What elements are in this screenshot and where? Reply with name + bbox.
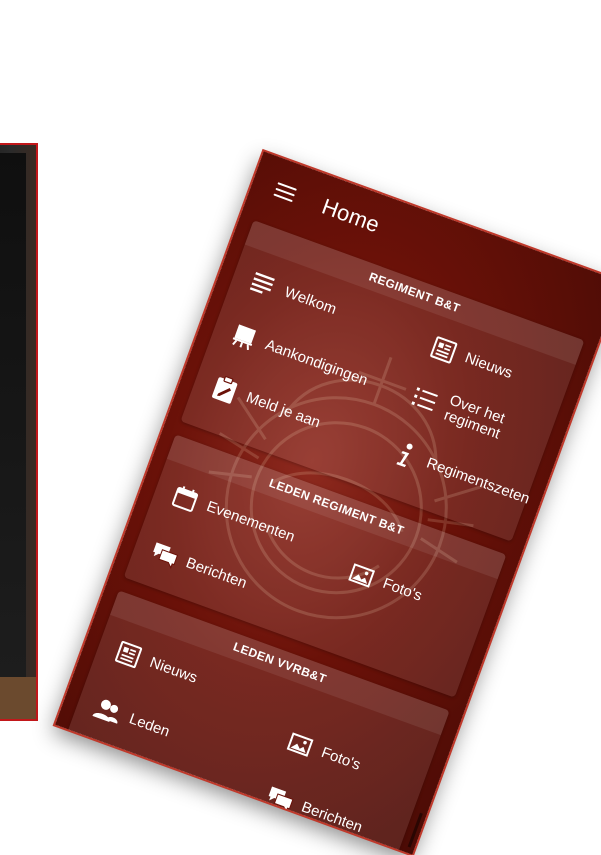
menu-button[interactable]	[257, 164, 313, 220]
tile-label: Berichten	[183, 554, 250, 593]
background-device-screen	[0, 153, 26, 711]
page-title: Home	[318, 193, 384, 238]
phone-screen: Home REGIMENT B&T Welkom Nieuws Aankondi…	[55, 151, 601, 855]
tile-fotos-vvrbt[interactable]: Foto's	[283, 728, 364, 779]
tile-label: Berichten	[299, 798, 365, 837]
photo-icon	[283, 728, 316, 761]
tile-leden[interactable]: Leden	[91, 694, 173, 745]
chat-bubbles-icon	[264, 782, 297, 815]
tile-fotos[interactable]: Foto's	[345, 559, 426, 610]
tile-label: Over het regiment	[441, 391, 508, 443]
list-lines-icon	[247, 268, 280, 301]
tile-meld-je-aan[interactable]: Meld je aan	[208, 373, 324, 436]
tile-nieuws[interactable]: Nieuws	[427, 333, 516, 387]
newspaper-icon	[112, 638, 145, 671]
chat-bubbles-icon	[148, 538, 181, 571]
presentation-board-icon	[227, 320, 260, 353]
photo-icon	[345, 559, 378, 592]
hamburger-icon	[273, 182, 297, 203]
tile-label: Aankondigingen	[262, 336, 370, 390]
tile-nieuws-vvrbt[interactable]: Nieuws	[112, 638, 201, 692]
tile-label: Welkom	[282, 283, 339, 319]
tile-label: Foto's	[318, 744, 363, 774]
tile-regimentszeten[interactable]: Regimentszeten	[389, 439, 534, 513]
tile-label: Evenementen	[204, 498, 297, 546]
background-device	[0, 143, 38, 721]
tile-label: Nieuws	[147, 654, 200, 687]
tile-berichten[interactable]: Berichten	[148, 538, 250, 596]
tile-label: Meld je aan	[243, 389, 323, 432]
newspaper-icon	[427, 333, 460, 366]
clipboard-edit-icon	[208, 373, 241, 406]
calendar-icon	[169, 482, 202, 515]
tile-aankondigingen[interactable]: Aankondigingen	[227, 320, 371, 394]
tile-welkom[interactable]: Welkom	[247, 268, 340, 323]
tile-label: Foto's	[380, 574, 425, 605]
tile-berichten-vvrbt[interactable]: Berichten	[264, 782, 366, 840]
info-icon	[389, 439, 422, 472]
tile-label: Nieuws	[462, 349, 515, 383]
people-icon	[91, 694, 124, 727]
tile-label: Regimentszeten	[424, 454, 532, 508]
bulleted-list-icon	[409, 383, 442, 416]
background-device-base	[0, 677, 36, 719]
tile-label: Leden	[126, 710, 172, 741]
tile-over-het-regiment[interactable]: Over het regiment	[408, 380, 526, 449]
